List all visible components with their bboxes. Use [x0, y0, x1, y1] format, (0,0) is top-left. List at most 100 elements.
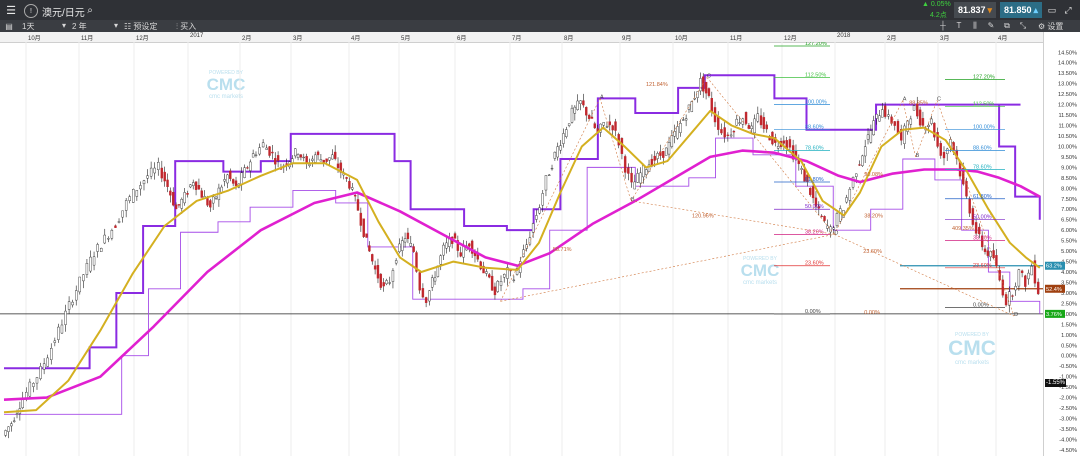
candle-body — [639, 172, 642, 184]
candle-body — [562, 133, 565, 144]
date-tick-label: 3月 — [293, 36, 303, 42]
candle-body — [531, 223, 535, 233]
zoom-icon[interactable]: ⤡ — [1018, 20, 1028, 31]
candle-body — [878, 115, 881, 122]
buy-price-button[interactable]: 81.850 ▴ — [1000, 2, 1042, 18]
change-percent: ▲ 0.05% — [922, 1, 951, 8]
candle-body — [644, 169, 648, 175]
candle-body — [229, 170, 232, 179]
candle-body — [351, 187, 354, 190]
candle-body — [490, 275, 494, 291]
candle-body — [96, 244, 99, 252]
candle-body — [759, 115, 763, 126]
info-icon[interactable]: ! — [24, 4, 38, 18]
panel-icon[interactable]: ▤ — [4, 21, 14, 31]
candle-body — [848, 188, 852, 201]
candle-body — [32, 383, 35, 387]
range-select[interactable]: 2 年 ▾ — [72, 21, 118, 31]
candle-body — [800, 168, 803, 170]
candle-body — [1030, 266, 1033, 276]
candle-body — [403, 238, 407, 243]
y-tick-label: 6.50% — [1061, 218, 1077, 224]
candle-body — [630, 172, 633, 183]
pattern-label: 409.35% — [952, 226, 974, 232]
candle-body — [331, 154, 334, 160]
date-tick-label: 2月 — [242, 36, 252, 42]
candle-body — [7, 426, 10, 432]
candle-body — [394, 260, 398, 264]
candle-body — [556, 146, 559, 158]
candle-body — [544, 175, 548, 191]
expand-icon[interactable]: ⤢ — [1062, 4, 1074, 16]
interval-select[interactable]: 1天 ▾ — [22, 21, 66, 31]
date-tick-label: 11月 — [730, 36, 743, 42]
window-icon[interactable]: ▭ — [1046, 4, 1058, 16]
candle-body — [883, 105, 887, 117]
y-tick-label: 0.50% — [1061, 343, 1077, 349]
candle-body — [720, 129, 723, 134]
candle-body — [684, 118, 688, 121]
fibonacci-level-label: 78.60% — [805, 146, 824, 152]
candle-body — [553, 151, 557, 159]
candle-body — [226, 174, 229, 184]
fibonacci-level-label: 100.00% — [973, 125, 995, 131]
date-tick-label: 5月 — [401, 36, 411, 42]
crosshair-icon[interactable]: ┼ — [938, 20, 948, 31]
fibonacci-level-label: 38.20% — [973, 236, 992, 242]
bars-tool-icon[interactable]: ⫼ — [970, 20, 980, 31]
sell-price-button[interactable]: 81.837 ▾ — [954, 2, 996, 18]
candle-body — [149, 167, 153, 177]
fast-moving-average — [3, 109, 1041, 414]
y-tick-label: 10.00% — [1058, 144, 1077, 150]
y-tick-label: 8.00% — [1061, 186, 1077, 192]
candle-body — [53, 340, 57, 343]
candle-body — [254, 154, 258, 156]
buy-button[interactable]: ⫶ 买入 — [176, 21, 220, 31]
candle-body — [918, 109, 922, 126]
pattern-label: 38.20% — [864, 214, 883, 220]
candle-body — [547, 174, 551, 176]
candle-body — [670, 135, 674, 147]
layers-icon[interactable]: ⧉ — [1002, 20, 1012, 31]
candle-body — [114, 225, 117, 228]
candle-body — [835, 213, 839, 226]
text-tool-icon[interactable]: T — [954, 20, 964, 31]
pattern-label: 0.00% — [864, 310, 880, 316]
candle-body — [717, 116, 720, 130]
fibonacci-level-label: 127.20% — [805, 42, 827, 47]
candle-body — [776, 146, 780, 149]
candle-body — [302, 156, 305, 159]
y-tick-label: 13.00% — [1058, 82, 1077, 88]
candle-body — [157, 162, 160, 170]
settings-button[interactable]: ⚙ 设置 — [1038, 21, 1078, 31]
price-chart[interactable]: 127.20% 112.50% 100.00% 88.60% 78.60% 61.80% 5… — [0, 42, 1043, 456]
preset-button[interactable]: ☷ 预设定 — [124, 21, 170, 31]
candle-body — [336, 163, 340, 169]
candle-body — [445, 242, 448, 249]
candle-body — [576, 100, 579, 110]
price-level-tag-label: 63.2% — [1046, 264, 1062, 270]
candle-body — [192, 182, 195, 186]
candle-body — [169, 190, 172, 196]
candle-body — [107, 238, 110, 240]
y-tick-label: 7.50% — [1061, 197, 1077, 203]
draw-tool-icon[interactable]: ✎ — [986, 20, 996, 31]
candle-body — [294, 148, 297, 157]
candle-body — [682, 119, 685, 121]
menu-icon[interactable]: ☰ — [4, 3, 18, 17]
candle-body — [406, 232, 410, 239]
candle-body — [433, 277, 437, 282]
candle-body — [359, 212, 363, 226]
date-tick-label: 10月 — [675, 36, 688, 42]
search-icon[interactable]: ⌕ — [84, 3, 96, 17]
last-value-tag: -1.55% — [1045, 379, 1067, 387]
y-tick-label: 12.00% — [1058, 103, 1077, 109]
candle-body — [194, 181, 198, 190]
fibonacci-level-label: 50.00% — [973, 215, 992, 221]
candle-body — [459, 252, 462, 257]
y-tick-label: 9.50% — [1061, 155, 1077, 161]
candle-body — [927, 124, 930, 127]
pattern-label: 88.85% — [909, 101, 928, 107]
pattern-label: B — [916, 153, 920, 159]
candle-body — [4, 430, 7, 436]
